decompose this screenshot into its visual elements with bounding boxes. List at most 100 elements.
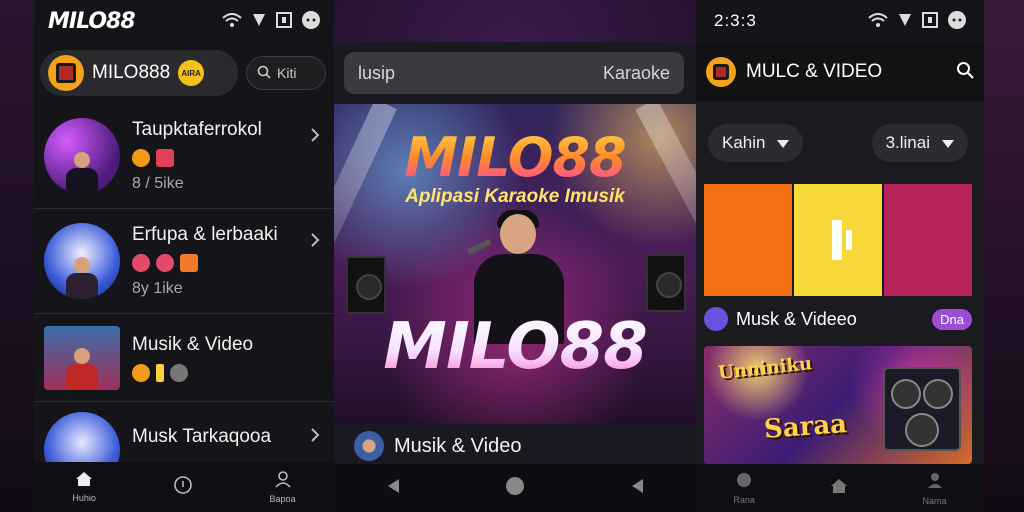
status-bar: 2:3:3 — [696, 0, 984, 42]
chevron-down-icon — [777, 133, 790, 153]
battery-icon — [276, 11, 292, 31]
filter-left-label: Kahin — [722, 133, 766, 152]
speaker-left-icon — [346, 256, 386, 314]
list-item-subtitle: 8y 1ike — [132, 280, 183, 297]
tile-magenta[interactable] — [884, 184, 972, 296]
banner-subtitle: Aplipasi Karaoke Imusik — [405, 186, 625, 207]
app-badge: AIRA — [178, 60, 205, 86]
search-input[interactable]: Kiti — [246, 56, 326, 90]
search-input[interactable]: lusip Karaoke — [344, 52, 684, 94]
signal-icon — [252, 13, 266, 30]
badge-icon — [132, 149, 150, 167]
filter-dropdown-left[interactable]: Kahin — [708, 124, 804, 162]
nav-profile-label: Bapoa — [269, 494, 296, 504]
phone-screen-2: lusip Karaoke MILO88 Aplipasi Karaoke Im… — [334, 42, 696, 512]
profile-icon — [274, 470, 292, 492]
page-title: MULC & VIDEO — [746, 61, 883, 82]
nav-left-label: Rana — [733, 494, 755, 505]
phone-screen-3: 2:3:3 MULC & VIDEO Kahin 3.linai Musk & … — [696, 0, 984, 512]
phone-screen-1: MILO88 MILO888 AIRA Kiti Taupktaferrokol… — [34, 0, 334, 512]
profile-icon — [926, 471, 944, 494]
nav-home[interactable] — [830, 478, 848, 499]
list-item-title: Musk Tarkaqooa — [132, 426, 272, 447]
nav-info[interactable] — [173, 475, 193, 499]
list-item[interactable]: Taupktaferrokol 8 / 5ike — [34, 104, 334, 209]
filter-dropdown-right[interactable]: 3.linai — [871, 124, 968, 162]
nav-left[interactable]: Rana — [733, 472, 755, 505]
promo-banner[interactable]: MILO88 Aplipasi Karaoke Imusik MILO88 — [334, 104, 696, 436]
home-circle-icon[interactable] — [505, 476, 525, 501]
menu-dots-icon[interactable] — [302, 10, 320, 32]
status-bar: MILO88 — [34, 0, 334, 42]
category-row[interactable]: Musk & Videeo Dna — [704, 302, 972, 336]
nav-profile[interactable]: Nama — [923, 471, 947, 506]
status-icons — [222, 10, 320, 32]
promo-card[interactable]: Unniniku Saraa — [704, 346, 972, 464]
nav-home[interactable]: Huhio — [72, 471, 96, 503]
app-header: MILO888 AIRA Kiti — [34, 42, 334, 104]
recent-icon[interactable] — [630, 478, 644, 499]
search-category: Karaoke — [602, 62, 670, 83]
card-text-bottom: Saraa — [763, 409, 848, 445]
list-item-title: Erfupa & lerbaaki — [132, 224, 278, 245]
home-icon — [830, 478, 848, 499]
globe-icon — [170, 363, 188, 382]
background-left — [0, 0, 34, 512]
card-text-top: Unniniku — [717, 353, 814, 384]
chevron-right-icon — [310, 231, 320, 254]
category-label: Musk & Videeo — [736, 308, 857, 329]
tile-orange[interactable] — [704, 184, 792, 296]
bottom-nav: Rana Nama — [696, 464, 984, 512]
search-icon[interactable] — [956, 61, 974, 84]
filter-right-label: 3.linai — [885, 133, 930, 152]
banner-title-top: MILO88 — [334, 126, 696, 189]
avatar — [354, 431, 384, 461]
battery-icon — [922, 11, 938, 31]
background-right — [984, 0, 1024, 512]
list-item-subtitle: 8 / 5ike — [132, 175, 184, 192]
list-item-thumbnail — [44, 325, 120, 390]
category-row[interactable]: Musik & Video — [334, 424, 696, 468]
home-icon — [75, 471, 93, 491]
bottom-nav: Huhio Bapoa — [34, 462, 334, 512]
list-item-icons — [132, 363, 324, 382]
list-item-icons — [132, 149, 324, 167]
list-item-thumbnail — [44, 223, 120, 299]
search-text: Kiti — [277, 65, 297, 81]
nav-home-label: Huhio — [72, 493, 96, 503]
filter-bar: Kahin 3.linai — [696, 102, 984, 162]
status-icons — [868, 10, 966, 32]
speaker-right-icon — [646, 254, 686, 312]
badge-icon — [132, 363, 150, 382]
menu-dots-icon[interactable] — [948, 10, 966, 32]
android-nav-bar — [334, 464, 696, 512]
brand-logo: MILO88 — [48, 8, 136, 34]
list-item-icons — [132, 254, 324, 272]
chevron-right-icon — [310, 126, 320, 149]
category-label: Musik & Video — [394, 434, 522, 457]
info-icon — [173, 475, 193, 499]
app-identity-pill[interactable]: MILO888 AIRA — [40, 50, 238, 96]
signal-icon — [898, 13, 912, 30]
list-item[interactable]: Erfupa & lerbaaki 8y 1ike — [34, 209, 334, 314]
badge-icon — [132, 254, 150, 272]
status-badge: Dna — [932, 308, 972, 330]
back-icon[interactable] — [386, 478, 400, 499]
wifi-icon — [222, 12, 242, 30]
chevron-down-icon — [942, 133, 954, 153]
wifi-icon — [868, 12, 888, 30]
battery-icon — [156, 363, 164, 382]
tag-icon — [180, 254, 198, 272]
list-item-title: Taupktaferrokol — [132, 119, 262, 140]
tile-yellow[interactable] — [792, 184, 884, 296]
banner-title-bottom: MILO88 — [334, 310, 696, 384]
badge-icon — [736, 472, 752, 493]
nav-profile[interactable]: Bapoa — [270, 470, 296, 504]
play-icon-part — [846, 230, 852, 250]
app-logo-icon — [706, 57, 736, 87]
search-icon — [257, 65, 271, 82]
app-title: MILO888 — [92, 62, 171, 83]
list-item-title: Musik & Video — [132, 333, 254, 355]
chevron-right-icon — [310, 426, 320, 449]
list-item[interactable]: Musik & Video — [34, 314, 334, 402]
